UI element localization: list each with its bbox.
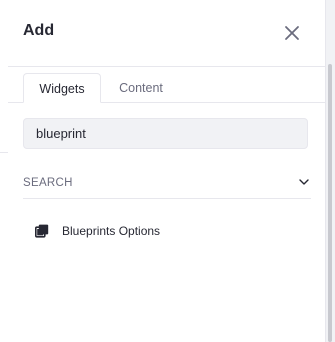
- close-button[interactable]: [280, 21, 304, 45]
- search-input[interactable]: [23, 118, 308, 149]
- tab-bar: Widgets Content: [8, 66, 326, 103]
- tab-content[interactable]: Content: [106, 73, 176, 101]
- copy-icon: [35, 224, 49, 238]
- chevron-down-icon: [299, 179, 309, 185]
- search-section-header[interactable]: SEARCH: [23, 170, 311, 199]
- add-panel: Add Widgets Content SEARCH: [8, 0, 326, 342]
- tab-widgets[interactable]: Widgets: [23, 73, 101, 103]
- scrollbar[interactable]: [325, 0, 335, 342]
- panel-title: Add: [23, 22, 55, 39]
- page: Add Widgets Content SEARCH: [0, 0, 335, 342]
- close-icon: [285, 26, 299, 40]
- divider: [0, 152, 8, 153]
- list-item-label: Blueprints Options: [62, 224, 161, 238]
- scrollbar-thumb[interactable]: [328, 64, 332, 342]
- panel-header: Add: [8, 0, 326, 67]
- list-item-blueprints-options[interactable]: Blueprints Options: [23, 218, 311, 246]
- section-title: SEARCH: [23, 177, 73, 189]
